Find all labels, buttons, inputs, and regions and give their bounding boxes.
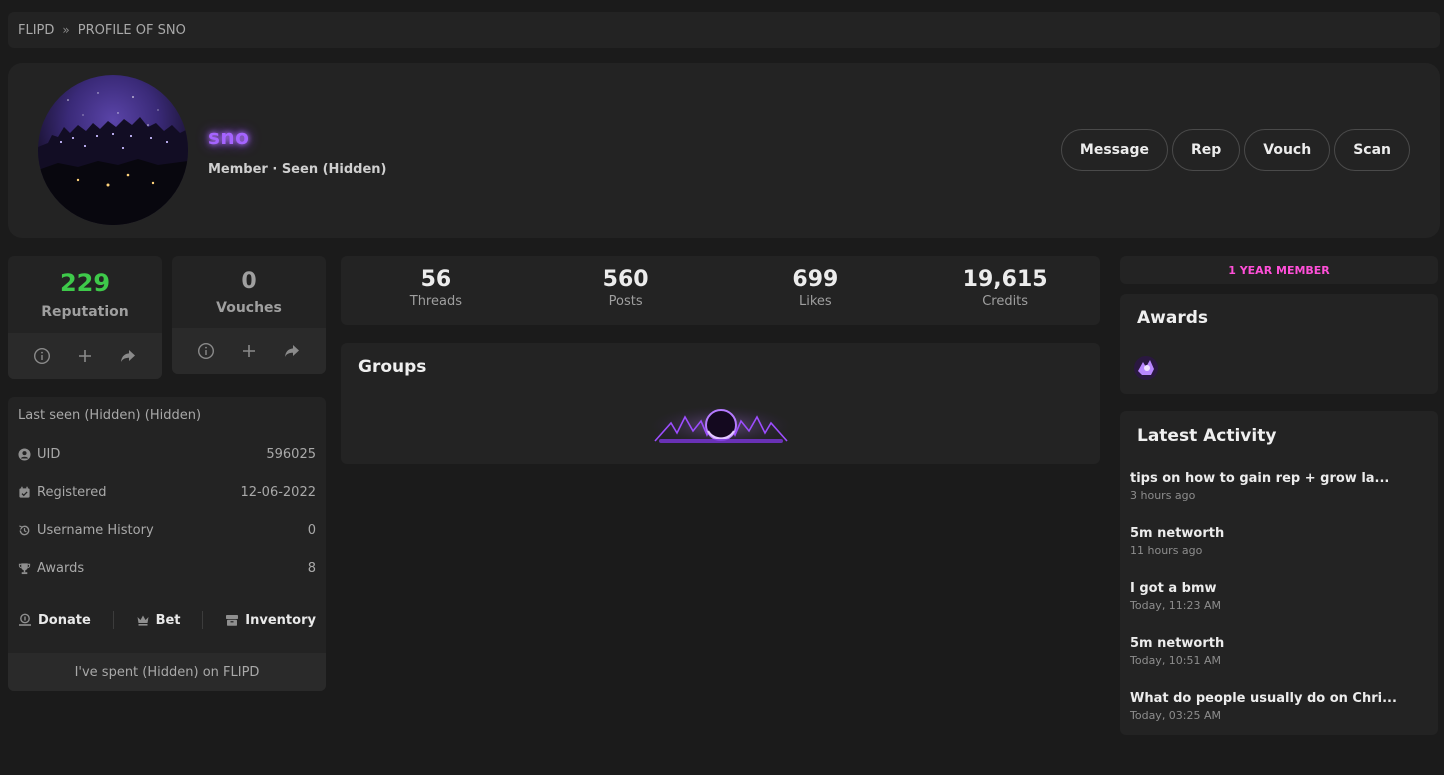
activity-item[interactable]: tips on how to gain rep + grow la... 3 h… — [1130, 471, 1428, 502]
plus-icon[interactable] — [76, 347, 94, 365]
breadcrumb: FLIPD » PROFILE OF SNO — [8, 12, 1440, 48]
groups-title: Groups — [358, 357, 427, 377]
counter-value: 19,615 — [962, 267, 1048, 292]
avatar-image — [38, 92, 188, 225]
member-status: Member · Seen (Hidden) — [208, 162, 387, 177]
activity-item-title[interactable]: I got a bmw — [1130, 581, 1428, 596]
vouches-label: Vouches — [216, 300, 282, 316]
info-row-uid: UID 596025 — [18, 444, 316, 464]
history-icon — [19, 524, 30, 535]
vouches-actions — [172, 328, 326, 374]
activity-item-title[interactable]: 5m networth — [1130, 636, 1428, 651]
profile-counters: 56 Threads 560 Posts 699 Likes 19,615 Cr… — [341, 256, 1100, 325]
counter-value: 699 — [792, 267, 839, 292]
avatar[interactable] — [38, 75, 188, 225]
inventory-label: Inventory — [245, 612, 316, 628]
reputation-label: Reputation — [41, 304, 129, 320]
activity-item[interactable]: 5m networth Today, 10:51 AM — [1130, 636, 1428, 667]
vouch-button[interactable]: Vouch — [1244, 129, 1331, 171]
profile-links: Donate Bet Inventory — [18, 609, 316, 631]
divider — [202, 611, 204, 629]
share-icon[interactable] — [119, 347, 137, 365]
info-value: 0 — [307, 522, 316, 538]
last-seen: Last seen (Hidden) (Hidden) — [18, 408, 202, 423]
activity-item-time: Today, 10:51 AM — [1130, 654, 1222, 667]
info-row-awards: Awards 8 — [18, 558, 316, 578]
scan-button[interactable]: Scan — [1334, 129, 1410, 171]
activity-item-title[interactable]: tips on how to gain rep + grow la... — [1130, 471, 1428, 486]
bet-label: Bet — [155, 612, 181, 628]
info-label: UID — [37, 446, 61, 462]
activity-item-time: 11 hours ago — [1130, 544, 1203, 557]
trophy-icon — [18, 562, 31, 574]
reputation-box: 229 Reputation — [8, 256, 162, 379]
bet-link[interactable]: Bet — [136, 613, 181, 628]
plus-icon[interactable] — [240, 342, 258, 360]
counter-label: Credits — [982, 294, 1029, 309]
counter-posts[interactable]: 560 Posts — [531, 256, 721, 325]
group-badge-image[interactable] — [651, 403, 791, 449]
counter-value: 56 — [420, 267, 452, 292]
profile-header: sno Member · Seen (Hidden) Message Rep V… — [8, 63, 1440, 238]
info-row-registered: Registered 12-06-2022 — [18, 482, 316, 502]
breadcrumb-home[interactable]: FLIPD — [18, 23, 54, 38]
reputation-value: 229 — [59, 269, 111, 297]
donate-icon — [19, 613, 31, 626]
share-icon[interactable] — [283, 342, 301, 360]
activity-item-title[interactable]: 5m networth — [1130, 526, 1428, 541]
counter-label: Likes — [799, 294, 832, 309]
activity-item-time: Today, 03:25 AM — [1130, 709, 1222, 722]
activity-item-time: 3 hours ago — [1130, 489, 1196, 502]
info-label: Registered — [37, 484, 107, 500]
profile-actions: Message Rep Vouch Scan — [1060, 129, 1410, 171]
counter-value: 560 — [602, 267, 649, 292]
info-row-username-history: Username History 0 — [18, 520, 316, 540]
donate-link[interactable]: Donate — [18, 613, 91, 628]
donate-label: Donate — [38, 612, 91, 628]
groups-panel: Groups — [341, 343, 1100, 464]
inventory-link[interactable]: Inventory — [225, 613, 316, 628]
activity-item-time: Today, 11:23 AM — [1130, 599, 1222, 612]
spent-text: I've spent (Hidden) on FLIPD — [8, 653, 326, 691]
profile-info-panel: Last seen (Hidden) (Hidden) UID 596025 R… — [8, 397, 326, 691]
inventory-icon — [226, 615, 239, 626]
info-label: Awards — [37, 560, 85, 576]
activity-title: Latest Activity — [1137, 426, 1277, 446]
activity-item[interactable]: What do people usually do on Chri... Tod… — [1130, 691, 1428, 722]
activity-item[interactable]: I got a bmw Today, 11:23 AM — [1130, 581, 1428, 612]
activity-item[interactable]: 5m networth 11 hours ago — [1130, 526, 1428, 557]
vouches-value: 0 — [241, 269, 257, 294]
membership-badge: 1 YEAR MEMBER — [1120, 256, 1438, 284]
info-value: 8 — [307, 560, 316, 576]
info-value: 12-06-2022 — [240, 484, 316, 500]
counter-likes[interactable]: 699 Likes — [721, 256, 911, 325]
counter-label: Posts — [608, 294, 643, 309]
info-label: Username History — [37, 522, 154, 538]
breadcrumb-current: PROFILE OF SNO — [77, 22, 186, 38]
username: sno — [208, 125, 250, 149]
awards-title: Awards — [1137, 308, 1209, 328]
latest-activity-panel: Latest Activity tips on how to gain rep … — [1120, 411, 1438, 735]
activity-item-title[interactable]: What do people usually do on Chri... — [1130, 691, 1428, 706]
calendar-icon — [19, 486, 30, 498]
divider — [112, 611, 114, 629]
counter-credits[interactable]: 19,615 Credits — [910, 256, 1100, 325]
crown-icon — [137, 615, 149, 626]
rep-button[interactable]: Rep — [1171, 129, 1241, 171]
counter-label: Threads — [409, 294, 462, 309]
reputation-actions — [8, 333, 162, 379]
info-icon[interactable] — [33, 347, 51, 365]
info-value: 596025 — [266, 446, 316, 462]
message-button[interactable]: Message — [1060, 129, 1168, 171]
awards-panel: Awards — [1120, 294, 1438, 394]
chevron-right-icon: » — [62, 23, 70, 37]
award-icon[interactable] — [1133, 355, 1159, 381]
counter-threads[interactable]: 56 Threads — [341, 256, 531, 325]
vouches-box: 0 Vouches — [172, 256, 326, 374]
info-icon[interactable] — [197, 342, 215, 360]
user-circle-icon — [18, 447, 31, 461]
